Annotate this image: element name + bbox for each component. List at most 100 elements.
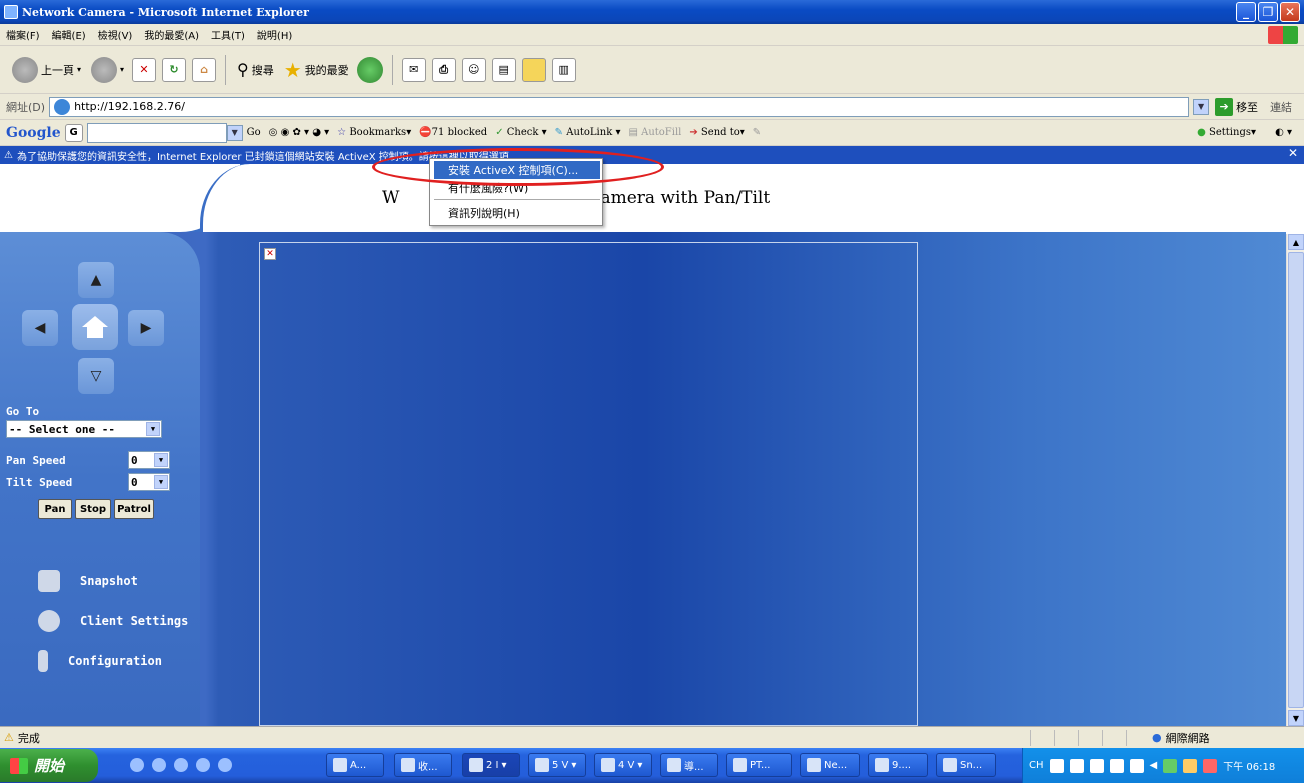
- google-menu-icon[interactable]: G: [64, 123, 83, 142]
- ime-icon[interactable]: [1049, 758, 1064, 773]
- address-dropdown-icon[interactable]: ▼: [1193, 98, 1210, 115]
- google-go-button[interactable]: Go: [243, 127, 265, 138]
- infobar-help-item[interactable]: 資訊列說明(H): [434, 204, 600, 222]
- back-button[interactable]: 上一頁 ▾: [10, 53, 83, 87]
- language-indicator[interactable]: CH: [1029, 760, 1044, 771]
- home-position-button[interactable]: [72, 304, 118, 350]
- quicklaunch-icon[interactable]: [152, 758, 166, 772]
- quicklaunch-icon[interactable]: [130, 758, 144, 772]
- autofill-button[interactable]: ▤ AutoFill: [624, 127, 685, 138]
- tray-app-icon[interactable]: [1163, 758, 1178, 773]
- autolink-button[interactable]: ✎ AutoLink ▾: [551, 127, 625, 138]
- taskbar-button[interactable]: 收...: [394, 753, 452, 777]
- autofill-icon: ▤: [628, 127, 638, 138]
- client-settings-link[interactable]: Client Settings: [38, 610, 188, 632]
- ime-pad-icon[interactable]: [1109, 758, 1124, 773]
- start-button[interactable]: 開始: [0, 749, 98, 782]
- autolink-icon: ✎: [554, 127, 564, 138]
- favorites-button[interactable]: ★ 我的最愛: [282, 53, 351, 87]
- menu-file[interactable]: 檔案(F): [0, 27, 46, 42]
- forward-button[interactable]: ▾: [89, 53, 126, 87]
- send-to-button[interactable]: ➔ Send to▾: [685, 127, 748, 138]
- refresh-icon[interactable]: ↻: [162, 57, 187, 82]
- configuration-link[interactable]: Configuration: [38, 650, 162, 672]
- go-button[interactable]: ➔ 移至: [1215, 97, 1258, 116]
- book-icon[interactable]: ▥: [551, 57, 576, 82]
- scroll-thumb[interactable]: [1288, 252, 1304, 708]
- patrol-button[interactable]: Patrol: [114, 499, 154, 519]
- pan-speed-select[interactable]: 0 ▼: [128, 451, 170, 469]
- ime-mode-icon[interactable]: [1089, 758, 1104, 773]
- check-icon: ✓: [495, 127, 504, 138]
- clock[interactable]: 下午 06:18: [1223, 758, 1275, 773]
- scroll-down-icon[interactable]: ▼: [1288, 710, 1304, 726]
- tray-app-icon[interactable]: [1203, 758, 1218, 773]
- spell-check-button[interactable]: ✓ Check ▾: [491, 127, 550, 138]
- taskbar-button[interactable]: 9....: [868, 753, 928, 777]
- maximize-button[interactable]: ❐: [1258, 2, 1278, 22]
- status-cell: [1030, 730, 1031, 746]
- stop-icon[interactable]: ✕: [132, 57, 157, 82]
- menu-favorites[interactable]: 我的最愛(A): [138, 27, 205, 42]
- standard-toolbar: 上一頁 ▾ ▾ ✕ ↻ ⌂ ⚲ 搜尋 ★ 我的最愛 ✉ ⎙ ☺ ▤ ▥: [0, 46, 1304, 94]
- links-label[interactable]: 連結: [1270, 99, 1292, 115]
- pencil-icon[interactable]: ✎: [749, 127, 765, 138]
- tilt-speed-select[interactable]: 0 ▼: [128, 473, 170, 491]
- snapshot-link[interactable]: Snapshot: [38, 570, 138, 592]
- taskbar-button[interactable]: Ne...: [800, 753, 860, 777]
- menu-edit[interactable]: 編輯(E): [46, 27, 92, 42]
- search-button[interactable]: ⚲ 搜尋: [235, 53, 276, 87]
- close-button[interactable]: ✕: [1280, 2, 1300, 22]
- font-a-icon[interactable]: [1069, 758, 1084, 773]
- pan-right-button[interactable]: ▶: [128, 310, 164, 346]
- mail-icon[interactable]: ✉: [401, 57, 426, 82]
- taskbar-button[interactable]: 4 V ▾: [594, 753, 652, 777]
- folder-icon[interactable]: [521, 57, 546, 82]
- goto-select[interactable]: -- Select one -- ▼: [6, 420, 162, 438]
- home-icon[interactable]: ⌂: [192, 57, 217, 82]
- research-icon[interactable]: ▤: [491, 57, 516, 82]
- menu-help[interactable]: 說明(H): [251, 27, 298, 42]
- stop-button[interactable]: Stop: [75, 499, 111, 519]
- messenger-icon[interactable]: ☺: [461, 57, 486, 82]
- status-cell: [1126, 730, 1127, 746]
- popup-blocker[interactable]: ⛔71 blocked: [415, 127, 491, 138]
- blocked-icon: ⛔: [419, 127, 432, 138]
- quicklaunch-icon[interactable]: [218, 758, 232, 772]
- menu-separator: [434, 199, 600, 200]
- title-bar: Network Camera - Microsoft Internet Expl…: [0, 0, 1304, 24]
- google-dropdown-icon[interactable]: ▼: [226, 124, 243, 141]
- scroll-up-icon[interactable]: ▲: [1288, 234, 1304, 250]
- pan-button[interactable]: Pan: [38, 499, 72, 519]
- task-icon: [535, 758, 549, 772]
- taskbar-button[interactable]: 5 V ▾: [528, 753, 586, 777]
- bookmarks-button[interactable]: ☆ Bookmarks▾: [333, 127, 415, 138]
- address-input[interactable]: http://192.168.2.76/: [49, 96, 1190, 117]
- tilt-up-button[interactable]: ▲: [78, 262, 114, 298]
- taskbar-button[interactable]: 導...: [660, 753, 718, 777]
- taskbar-button[interactable]: PT...: [726, 753, 792, 777]
- minimize-button[interactable]: _: [1236, 2, 1256, 22]
- taskbar-button[interactable]: Sn...: [936, 753, 996, 777]
- google-search-input[interactable]: [86, 122, 227, 143]
- menu-tools[interactable]: 工具(T): [205, 27, 251, 42]
- tilt-down-button[interactable]: ▽: [78, 358, 114, 394]
- google-extra-icon[interactable]: ◐ ▾: [1271, 127, 1296, 138]
- print-icon[interactable]: ⎙: [431, 57, 456, 82]
- quicklaunch-icon[interactable]: [174, 758, 188, 772]
- quicklaunch-icon[interactable]: [196, 758, 210, 772]
- window-title: Network Camera - Microsoft Internet Expl…: [22, 5, 309, 19]
- taskbar-button[interactable]: 2 I ▾: [462, 753, 520, 777]
- google-news-icon[interactable]: ◎ ◉ ✿ ▾ ◕ ▾: [265, 127, 334, 138]
- vertical-scrollbar[interactable]: ▲ ▼: [1286, 234, 1304, 726]
- taskbar-button[interactable]: A...: [326, 753, 384, 777]
- history-icon[interactable]: [356, 56, 383, 83]
- help-icon[interactable]: [1129, 758, 1144, 773]
- info-bar-close-icon[interactable]: ✕: [1288, 146, 1298, 160]
- menu-view[interactable]: 檢視(V): [92, 27, 139, 42]
- google-settings-button[interactable]: ● Settings▾: [1193, 127, 1260, 138]
- tray-app-icon[interactable]: [1183, 758, 1198, 773]
- tray-expand-icon[interactable]: ◀: [1150, 760, 1158, 771]
- pan-left-button[interactable]: ◀: [22, 310, 58, 346]
- status-bar: ⚠ 完成 ● 網際網路: [0, 726, 1304, 748]
